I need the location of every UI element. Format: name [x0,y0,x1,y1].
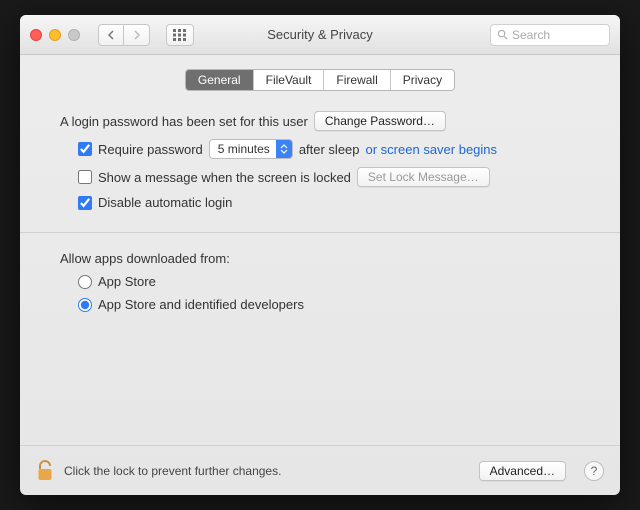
show-lock-message-checkbox[interactable] [78,170,92,184]
identified-developers-radio[interactable] [78,298,92,312]
stepper-arrows-icon [276,140,292,158]
lock-hint-label: Click the lock to prevent further change… [64,464,281,478]
gatekeeper-option-identified: App Store and identified developers [78,297,580,312]
preferences-window: Security & Privacy Search General FileVa… [20,15,620,495]
advanced-button[interactable]: Advanced… [479,461,566,481]
close-window-button[interactable] [30,29,42,41]
app-store-label: App Store [98,274,156,289]
help-button[interactable]: ? [584,461,604,481]
general-pane: A login password has been set for this u… [20,99,620,445]
titlebar: Security & Privacy Search [20,15,620,55]
tab-bar: General FileVault Firewall Privacy [20,55,620,99]
search-field[interactable]: Search [490,24,610,46]
nav-buttons [98,24,150,46]
tab-firewall[interactable]: Firewall [324,70,390,90]
lock-message-row: Show a message when the screen is locked… [78,167,580,187]
require-password-row: Require password 5 minutes after sleep o… [78,139,580,159]
lock-icon[interactable] [36,460,54,482]
search-placeholder: Search [512,28,550,42]
login-status-label: A login password has been set for this u… [60,114,308,129]
minimize-window-button[interactable] [49,29,61,41]
disable-auto-login-row: Disable automatic login [78,195,580,210]
show-lock-message-label: Show a message when the screen is locked [98,170,351,185]
identified-developers-label: App Store and identified developers [98,297,304,312]
window-controls [30,29,80,41]
disable-auto-login-checkbox[interactable] [78,196,92,210]
require-password-checkbox[interactable] [78,142,92,156]
after-sleep-label: after sleep [299,142,360,157]
gatekeeper-option-appstore: App Store [78,274,580,289]
section-divider [20,232,620,233]
tab-privacy[interactable]: Privacy [391,70,454,90]
change-password-button[interactable]: Change Password… [314,111,446,131]
require-delay-select[interactable]: 5 minutes [209,139,293,159]
gatekeeper-title: Allow apps downloaded from: [60,251,580,266]
zoom-window-button[interactable] [68,29,80,41]
footer: Click the lock to prevent further change… [20,445,620,495]
screensaver-link[interactable]: or screen saver begins [366,142,498,157]
show-all-button[interactable] [166,24,194,46]
require-delay-value: 5 minutes [210,142,276,156]
search-icon [497,29,508,40]
tab-filevault[interactable]: FileVault [254,70,325,90]
login-password-row: A login password has been set for this u… [60,111,580,131]
require-password-label: Require password [98,142,203,157]
disable-auto-login-label: Disable automatic login [98,195,232,210]
app-store-radio[interactable] [78,275,92,289]
back-button[interactable] [98,24,124,46]
forward-button [124,24,150,46]
tab-general[interactable]: General [186,70,254,90]
set-lock-message-button: Set Lock Message… [357,167,490,187]
